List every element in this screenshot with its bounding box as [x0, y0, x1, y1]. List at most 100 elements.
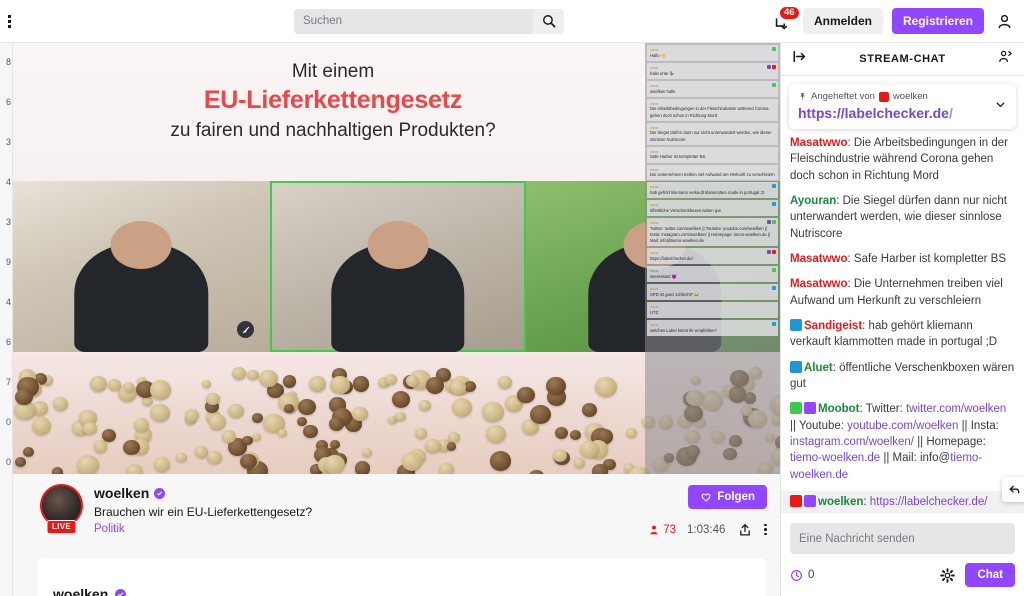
chat-badge-icon	[772, 184, 776, 189]
chat-message[interactable]: Moobot: Twitter: twitter.com/woelken || …	[790, 400, 1015, 484]
video-chat-message: •••••• hallo ente 🦆	[647, 62, 778, 79]
chat-message[interactable]: Aluet: öffentliche Verschenkboxen wären …	[790, 359, 1015, 394]
sidebar-channel-viewers[interactable]: 4	[0, 297, 12, 307]
sidebar-channel-viewers[interactable]: 0	[0, 457, 12, 467]
signup-button[interactable]: Registrieren	[891, 8, 984, 34]
soybean	[205, 392, 220, 406]
soybean	[31, 417, 52, 435]
community-button[interactable]	[998, 49, 1013, 69]
chat-badge-icon	[804, 494, 816, 507]
sidebar-channel-viewers[interactable]: 9	[0, 257, 12, 267]
login-button[interactable]: Anmelden	[802, 8, 883, 34]
left-sidebar-collapsed[interactable]: 8 6 3 4 3 9 4 6 7 0 0	[0, 43, 13, 596]
soybean	[53, 396, 69, 411]
chat-message[interactable]: Masatwwo: Die Unternehmen treiben viel A…	[790, 275, 1015, 310]
channel-points[interactable]: 0	[790, 569, 814, 582]
video-chat-message: •••••• SPD ist ganz schlecht? 😂	[647, 284, 778, 300]
video-player[interactable]: Mit einem EU-Lieferkettengesetz zu faire…	[13, 43, 780, 474]
about-channel-panel: woelken	[37, 558, 766, 596]
soybean	[498, 376, 512, 389]
chat-username[interactable]: Masatwwo	[790, 278, 848, 290]
pinned-message[interactable]: Angeheftet von woelken https://labelchec…	[789, 84, 1016, 129]
chat-username[interactable]: Moobot	[818, 403, 860, 415]
chat-username[interactable]: Sandigeist	[804, 320, 862, 332]
chat-badge-icon	[790, 360, 802, 373]
chat-username[interactable]: woelken	[818, 496, 863, 508]
search-input[interactable]	[294, 8, 533, 34]
presentation-slide-title: Mit einem EU-Lieferkettengesetz zu faire…	[13, 59, 653, 143]
notifications-button[interactable]: 46	[772, 6, 800, 32]
video-chat-badges	[772, 202, 776, 207]
sidebar-channel-viewers[interactable]: 3	[0, 217, 12, 227]
soybean	[227, 403, 244, 419]
sidebar-channel-viewers[interactable]: 6	[0, 337, 12, 347]
video-chat-text: SPD ist ganz schlecht? 😂	[650, 291, 700, 297]
chat-badge-icon	[772, 250, 776, 255]
sidebar-channel-viewers[interactable]: 3	[0, 137, 12, 147]
share-button[interactable]	[736, 521, 753, 538]
chat-link[interactable]: tiemo-woelken.de	[790, 452, 880, 464]
soybean	[303, 424, 319, 439]
community-users-icon	[999, 50, 1012, 63]
video-chat-message: •••••• öffentliche Verschenkboxen wären g…	[647, 200, 778, 217]
chat-link[interactable]: youtube.com/woelken	[847, 420, 958, 432]
chat-message[interactable]: Sandigeist: hab gehört kliemann verkauft…	[790, 317, 1015, 352]
follow-button[interactable]: Folgen	[688, 485, 767, 509]
soybean	[240, 453, 257, 469]
chat-username[interactable]: Masatwwo	[790, 137, 848, 149]
video-chat-text: woelken hallo	[650, 88, 676, 94]
chat-link[interactable]: https://labelchecker.de/	[870, 496, 988, 508]
chat-message[interactable]: woelken: https://labelchecker.de/	[781, 476, 1024, 514]
chat-badge-icon	[772, 47, 776, 51]
sidebar-channel-viewers[interactable]: 7	[0, 377, 12, 387]
sidebar-channel-viewers[interactable]: 6	[0, 97, 12, 107]
chat-badge-icon	[772, 82, 776, 87]
soybean	[251, 432, 261, 442]
account-menu-button[interactable]	[993, 10, 1015, 32]
chat-username[interactable]: Masatwwo	[790, 253, 848, 265]
video-chat-message: •••••• Die Siegel dürfen dann nur nicht u…	[647, 122, 778, 145]
soybean	[451, 397, 472, 417]
soybean	[419, 400, 431, 412]
chat-badge-icon	[772, 321, 776, 326]
nav-right-section: 46 Anmelden Registrieren	[772, 6, 1024, 34]
more-options-button[interactable]	[764, 523, 767, 536]
live-badge: LIVE	[46, 520, 77, 534]
soybean	[282, 375, 297, 388]
chat-controls: 0 Chat	[790, 563, 1015, 587]
soybean	[76, 455, 99, 474]
chat-badge-icon	[790, 402, 802, 415]
chat-input[interactable]	[790, 523, 1015, 554]
video-chat-message: •••••• woelken hallo	[647, 80, 778, 97]
video-chat-message: •••••• interessant 😈	[647, 266, 778, 283]
soybean	[82, 422, 97, 436]
sidebar-channel-viewers[interactable]: 8	[0, 57, 12, 67]
chat-message[interactable]: Masatwwo: Die Arbeitsbedingungen in der …	[790, 134, 1015, 185]
video-chat-message: •••••• Safe Harber ist kompletter BS	[647, 146, 778, 163]
chat-username[interactable]: Ayouran	[790, 195, 836, 207]
chat-settings-button[interactable]	[939, 567, 956, 584]
channel-name[interactable]: woelken	[94, 485, 149, 501]
twitch-stream-page: 46 Anmelden Registrieren 86343946700 Mit…	[0, 0, 1024, 596]
kebab-menu-icon[interactable]	[8, 14, 11, 28]
soybean	[208, 414, 227, 431]
video-chat-badges	[767, 220, 776, 225]
soybean	[573, 458, 585, 468]
pinned-expand-button[interactable]	[994, 98, 1007, 116]
collapse-chat-button[interactable]	[792, 49, 807, 69]
sidebar-channel-viewers[interactable]: 0	[0, 417, 12, 427]
soybean	[330, 375, 350, 394]
chat-message-list[interactable]: Angeheftet von woelken https://labelchec…	[781, 76, 1024, 515]
reply-button[interactable]	[1002, 476, 1024, 502]
video-chat-badges	[772, 286, 776, 291]
chat-link[interactable]: instagram.com/woelken/	[790, 436, 914, 448]
chat-message[interactable]: Masatwwo: Safe Harber ist kompletter BS	[790, 250, 1015, 268]
chat-link[interactable]: twitter.com/woelken	[906, 403, 1006, 415]
chat-message[interactable]: Ayouran: Die Siegel dürfen dann nur nich…	[790, 192, 1015, 243]
reply-arrow-icon	[1009, 485, 1020, 494]
chat-username[interactable]: Aluet	[804, 362, 833, 374]
pinned-link[interactable]: https://labelchecker.de/	[798, 105, 1007, 121]
send-chat-button[interactable]: Chat	[965, 563, 1015, 587]
search-button[interactable]	[533, 8, 564, 34]
sidebar-channel-viewers[interactable]: 4	[0, 177, 12, 187]
